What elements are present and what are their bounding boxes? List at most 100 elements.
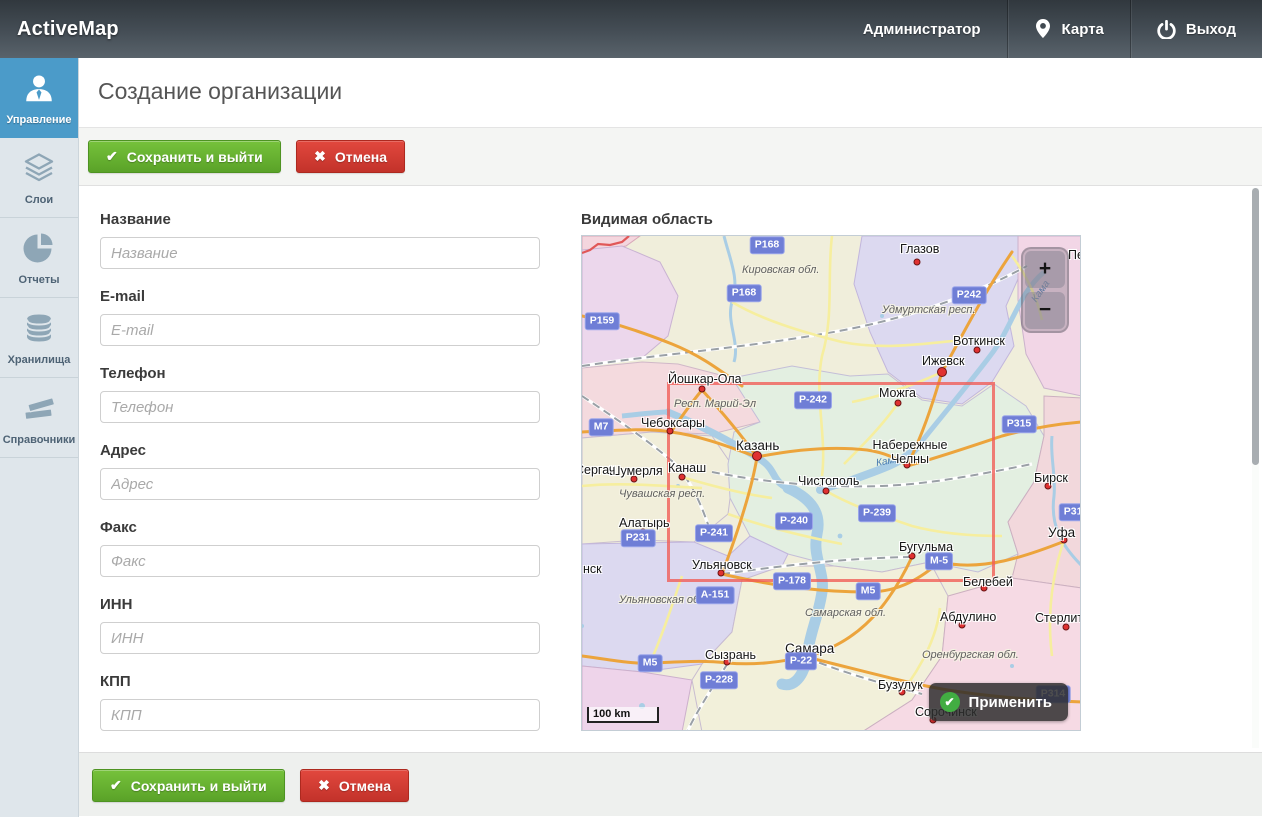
city-dot <box>914 259 921 266</box>
city-dot <box>823 488 830 495</box>
field-input[interactable] <box>100 545 540 577</box>
main-content: Создание организации ✔ Сохранить и выйти… <box>79 58 1262 817</box>
sidebar-item-label: Слои <box>25 194 53 206</box>
city-dot <box>937 367 947 377</box>
cancel-button[interactable]: ✖ Отмена <box>296 140 405 173</box>
form-field: Адрес <box>100 442 540 500</box>
road-badge: P231 <box>621 529 656 547</box>
road-badge: Р-242 <box>794 391 832 409</box>
city-label: Ульяновск <box>692 558 752 572</box>
field-label: Телефон <box>100 365 540 382</box>
field-label: E-mail <box>100 288 540 305</box>
visible-area-label: Видимая область <box>581 211 1083 228</box>
form-field: ИНН <box>100 596 540 654</box>
field-input[interactable] <box>100 314 540 346</box>
form-field: Название <box>100 211 540 269</box>
database-icon <box>22 310 56 346</box>
road-badge: Р-239 <box>858 504 896 522</box>
zoom-out-button[interactable]: − <box>1025 292 1065 329</box>
apply-button[interactable]: ✔ Применить <box>929 683 1068 721</box>
map-link[interactable]: Карта <box>1008 0 1130 58</box>
sidebar: Управление Слои Отчеты <box>0 58 79 817</box>
region-label: Удмуртская респ. <box>882 304 976 316</box>
sidebar-item-directories[interactable]: Справочники <box>0 378 78 458</box>
user-menu[interactable]: Администратор <box>837 0 1007 58</box>
top-bar: ActiveMap Администратор Карта Выход <box>0 0 1262 58</box>
logout-button[interactable]: Выход <box>1131 0 1262 58</box>
user-menu-label: Администратор <box>863 21 981 38</box>
city-dot <box>895 400 902 407</box>
sidebar-item-layers[interactable]: Слои <box>0 138 78 218</box>
form-scrollbar[interactable] <box>1252 188 1259 748</box>
sidebar-item-management[interactable]: Управление <box>0 58 78 138</box>
road-badge: М-5 <box>925 552 953 570</box>
field-label: ИНН <box>100 596 540 613</box>
form-field: Телефон <box>100 365 540 423</box>
city-label: Канаш <box>668 461 706 475</box>
city-label: Стерлита <box>1035 611 1081 625</box>
road-badge: Р-240 <box>775 512 813 530</box>
road-badge: М7 <box>589 418 614 436</box>
sidebar-item-label: Хранилища <box>8 354 71 366</box>
city-label: Йошкар-Ола <box>668 372 742 386</box>
pie-chart-icon <box>22 230 56 266</box>
sidebar-item-reports[interactable]: Отчеты <box>0 218 78 298</box>
field-label: Название <box>100 211 540 228</box>
sidebar-item-storages[interactable]: Хранилища <box>0 298 78 378</box>
form-field: КПП <box>100 673 540 731</box>
region-label: Самарская обл. <box>805 607 886 619</box>
field-label: КПП <box>100 673 540 690</box>
field-input[interactable] <box>100 237 540 269</box>
road-badge: М5 <box>856 582 881 600</box>
cancel-button-label: Отмена <box>335 149 387 165</box>
field-input[interactable] <box>100 468 540 500</box>
page-title: Создание организации <box>79 58 1262 105</box>
city-label: Воткинск <box>953 334 1005 348</box>
form-scrollbar-thumb[interactable] <box>1252 188 1259 465</box>
road-badge: P315 <box>1002 415 1037 433</box>
sidebar-item-label: Управление <box>6 114 71 126</box>
save-and-exit-button-bottom[interactable]: ✔ Сохранить и выйти <box>92 769 285 802</box>
city-label: Алатырь <box>619 516 669 530</box>
map-zoom-control: + − <box>1021 247 1069 333</box>
city-label: Сергач <box>581 463 615 477</box>
city-dot <box>699 386 706 393</box>
city-label: нск <box>583 562 602 576</box>
city-label: Пе <box>1068 248 1081 262</box>
x-icon: ✖ <box>318 777 330 794</box>
road-badge: P168 <box>727 284 762 302</box>
field-label: Факс <box>100 519 540 536</box>
region-label: Оренбургская обл. <box>922 649 1019 661</box>
app-logo: ActiveMap <box>17 0 119 58</box>
zoom-in-button[interactable]: + <box>1025 251 1065 288</box>
cancel-button-bottom[interactable]: ✖ Отмена <box>300 769 409 802</box>
road-badge: М5 <box>638 654 663 672</box>
form-area: Название E-mail Телефон Адрес <box>79 186 1262 752</box>
city-label: Белебей <box>963 575 1013 589</box>
map-scale-bar: 100 km <box>587 707 659 723</box>
sidebar-item-label: Справочники <box>3 434 76 446</box>
city-label: Шумерля <box>609 464 663 478</box>
form-field: Факс <box>100 519 540 577</box>
save-button-label: Сохранить и выйти <box>131 778 267 794</box>
city-label: Чистополь <box>798 474 859 488</box>
city-label: Сызрань <box>705 648 756 662</box>
road-badge: Р-178 <box>773 572 811 590</box>
road-badge: P315 <box>1059 503 1081 521</box>
toolbar: ✔ Сохранить и выйти ✖ Отмена <box>79 128 1262 186</box>
city-label: Чебоксары <box>641 416 705 430</box>
road-badge: Р-228 <box>700 671 738 689</box>
city-label: Ижевск <box>922 354 965 368</box>
check-icon: ✔ <box>110 777 122 794</box>
map-canvas[interactable]: Кировская обл.Удмуртская респ.Респ. Мари… <box>581 235 1081 731</box>
save-and-exit-button[interactable]: ✔ Сохранить и выйти <box>88 140 281 173</box>
organization-form: Название E-mail Телефон Адрес <box>100 211 540 750</box>
visible-area-section: Видимая область <box>581 211 1083 731</box>
field-input[interactable] <box>100 391 540 423</box>
region-label: Кировская обл. <box>742 264 819 276</box>
check-circle-icon: ✔ <box>940 692 960 712</box>
map-link-label: Карта <box>1062 21 1104 38</box>
road-badge: P159 <box>585 312 620 330</box>
field-input[interactable] <box>100 699 540 731</box>
field-input[interactable] <box>100 622 540 654</box>
